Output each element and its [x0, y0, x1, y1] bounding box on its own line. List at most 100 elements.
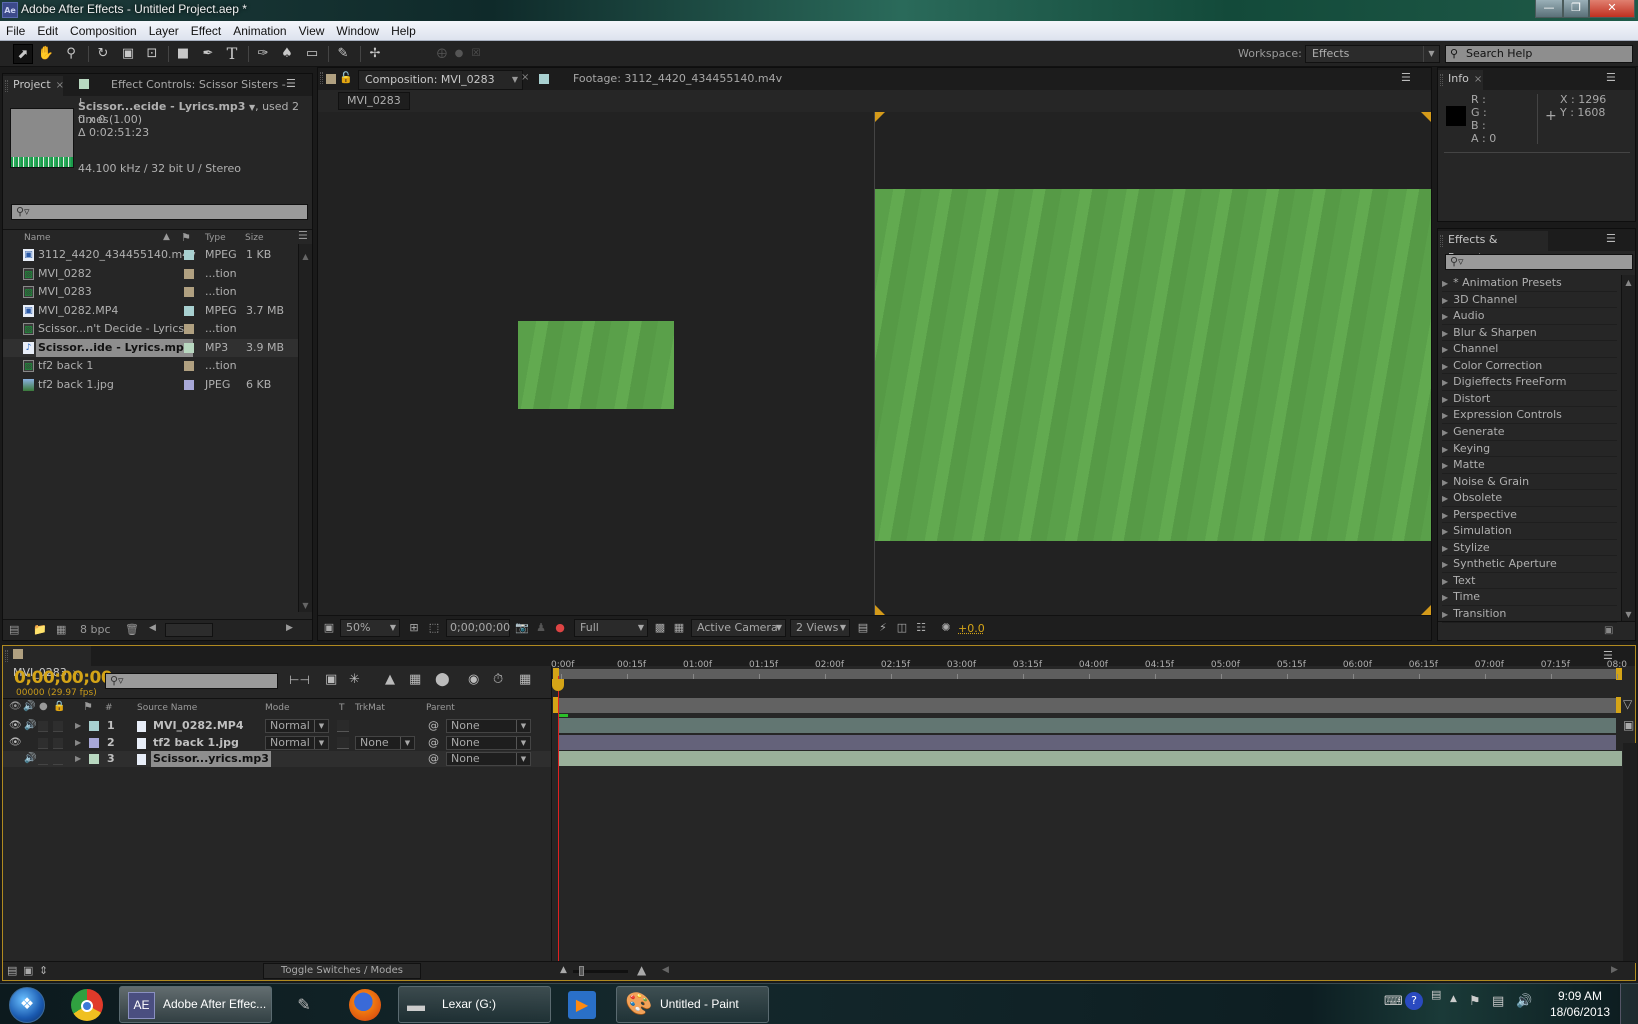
layer-duration-bar[interactable]: [559, 751, 1622, 766]
expand-triangle-icon[interactable]: ▶: [1442, 411, 1448, 420]
roto-brush-tool[interactable]: ✎: [333, 44, 353, 64]
exposure-value[interactable]: +0.0: [958, 622, 985, 635]
restore-button[interactable]: ❐: [1563, 0, 1589, 18]
effects-category[interactable]: ▶ Digieffects FreeForm: [1442, 374, 1617, 391]
layer-duration-bar[interactable]: [559, 734, 1616, 750]
auto-keyframe-icon[interactable]: ⏱: [493, 672, 503, 687]
scroll-left-icon[interactable]: ◀: [662, 965, 669, 975]
project-item-row[interactable]: ▧ Scissor...n't Decide - Lyrics ...tion: [3, 320, 299, 338]
effects-category[interactable]: ▶ * Animation Presets: [1442, 275, 1617, 292]
panel-menu-icon[interactable]: ☰: [1606, 232, 1616, 245]
effects-category[interactable]: ▶ 3D Channel: [1442, 292, 1617, 309]
taskbar-after-effects[interactable]: AE Adobe After Effec...: [119, 986, 272, 1023]
show-hidden-icons[interactable]: ▲: [1450, 994, 1457, 1004]
comp-dropdown-icon[interactable]: ▼: [512, 71, 518, 89]
comp-button-icon[interactable]: ▣: [1623, 718, 1634, 732]
expand-triangle-icon[interactable]: ▶: [1442, 395, 1448, 404]
tab-composition[interactable]: Composition: MVI_0283 ▼: [358, 70, 523, 90]
label-color-swatch[interactable]: [89, 737, 99, 748]
menu-composition[interactable]: Composition: [64, 21, 143, 41]
motion-blur-icon[interactable]: ⬤: [435, 672, 450, 687]
scroll-down-icon[interactable]: ▼: [1622, 610, 1635, 619]
current-time-indicator-head[interactable]: [552, 679, 564, 691]
magnification-select[interactable]: 50% ▼: [340, 619, 400, 637]
bit-depth-label[interactable]: 8 bpc: [80, 623, 111, 636]
layer-source-name[interactable]: tf2 back 1.jpg: [153, 735, 239, 751]
media-player-taskbar-icon[interactable]: ▶: [568, 991, 596, 1019]
left-viewer[interactable]: [318, 112, 874, 615]
expand-triangle-icon[interactable]: ▶: [1442, 445, 1448, 454]
menu-file[interactable]: File: [0, 21, 31, 41]
rectangle-tool[interactable]: ■: [173, 44, 193, 64]
search-help-input[interactable]: ⚲ Search Help: [1445, 45, 1633, 63]
panel-menu-icon[interactable]: ☰: [1401, 71, 1411, 84]
brainstorm-icon[interactable]: ◉: [468, 672, 479, 687]
parent-select[interactable]: None ▼: [446, 735, 531, 750]
tab-effect-controls[interactable]: Effect Controls: Scissor Sisters - I: [69, 76, 289, 109]
rotation-tool[interactable]: ↻: [93, 44, 113, 64]
in-out-icon[interactable]: ⇕: [39, 964, 48, 977]
effects-category[interactable]: ▶ Simulation: [1442, 523, 1617, 540]
pick-whip-icon[interactable]: @: [428, 735, 439, 751]
expand-triangle-icon[interactable]: ▶: [75, 718, 81, 734]
snapshot-camera-icon[interactable]: 📷: [513, 619, 531, 637]
sort-ascending-icon[interactable]: ▲: [163, 232, 170, 242]
fast-draft-icon[interactable]: ⚡: [874, 619, 892, 637]
brush-tool[interactable]: ✑: [253, 44, 273, 64]
view-axis-mode[interactable]: ☒: [466, 44, 486, 64]
flowchart-icon[interactable]: ☷: [912, 619, 930, 637]
frame-blending-icon[interactable]: ▦: [409, 672, 421, 687]
expand-triangle-icon[interactable]: ▶: [1442, 593, 1448, 602]
action-center-flag-icon[interactable]: ⚑: [1469, 994, 1481, 1009]
tab-footage[interactable]: Footage: 3112_4420_434455140.m4v: [563, 70, 863, 90]
system-clock[interactable]: 9:09 AM 18/06/2013: [1545, 988, 1615, 1020]
label-color-swatch[interactable]: [184, 305, 194, 316]
effects-search-input[interactable]: ⚲▿: [1445, 254, 1633, 270]
expand-triangle-icon[interactable]: ▶: [1442, 312, 1448, 321]
track-matte-select[interactable]: None ▼: [355, 735, 415, 750]
menu-layer[interactable]: Layer: [143, 21, 185, 41]
parent-select[interactable]: None ▼: [446, 719, 531, 733]
menu-animation[interactable]: Animation: [227, 21, 292, 41]
menu-help[interactable]: Help: [385, 21, 422, 41]
label-color-swatch[interactable]: [184, 268, 194, 279]
expand-triangle-icon[interactable]: ▶: [1442, 511, 1448, 520]
scroll-left-icon[interactable]: ◀: [149, 623, 156, 633]
region-of-interest-icon[interactable]: ⬚: [425, 619, 443, 637]
always-preview-icon[interactable]: ▣: [320, 619, 338, 637]
graph-editor-icon[interactable]: ▦: [519, 672, 531, 687]
panel-menu-icon[interactable]: ☰: [1606, 71, 1616, 84]
preserve-transparency-toggle[interactable]: [337, 720, 349, 732]
expand-triangle-icon[interactable]: ▶: [1442, 329, 1448, 338]
chrome-taskbar-icon[interactable]: [71, 989, 103, 1021]
expand-triangle-icon[interactable]: ▶: [1442, 461, 1448, 470]
view-layout-select[interactable]: 2 Views ▼: [790, 619, 850, 637]
close-button[interactable]: ✕: [1589, 0, 1635, 18]
volume-icon[interactable]: 🔊: [1516, 994, 1532, 1009]
tab-info[interactable]: Info ×: [1438, 70, 1483, 90]
pan-behind-tool[interactable]: ⊡: [142, 44, 162, 64]
scroll-down-icon[interactable]: ▼: [299, 601, 312, 610]
show-desktop-button[interactable]: [1620, 984, 1638, 1024]
lock-switch[interactable]: [53, 754, 63, 765]
panel-menu-icon[interactable]: ☰: [286, 77, 296, 90]
effects-category[interactable]: ▶ Distort: [1442, 391, 1617, 408]
network-connection-icon[interactable]: ▤: [1492, 994, 1504, 1009]
right-viewer[interactable]: [875, 112, 1431, 615]
live-update-icon[interactable]: ▣: [325, 672, 337, 687]
tab-effects-presets[interactable]: Effects & Presets×: [1438, 231, 1548, 264]
effects-category[interactable]: ▶ Keying: [1442, 441, 1617, 458]
effects-category[interactable]: ▶ Audio: [1442, 308, 1617, 325]
reset-exposure-icon[interactable]: ✺: [937, 619, 955, 637]
project-item-row[interactable]: ▣ MVI_0282.MP4 MPEG 3.7 MB: [3, 302, 299, 320]
zoom-in-icon[interactable]: ▲: [637, 963, 646, 977]
flowchart-icon[interactable]: ☰: [298, 229, 308, 242]
network-tray-icon[interactable]: ▤: [1431, 988, 1441, 1001]
menu-edit[interactable]: Edit: [31, 21, 64, 41]
effects-scrollbar[interactable]: ▲ ▼: [1621, 275, 1635, 621]
expand-triangle-icon[interactable]: ▶: [1442, 279, 1448, 288]
expand-triangle-icon[interactable]: ▶: [1442, 478, 1448, 487]
expand-triangle-icon[interactable]: ▶: [75, 735, 81, 751]
label-color-swatch[interactable]: [184, 379, 194, 390]
keyboard-tray-icon[interactable]: ⌨: [1384, 994, 1403, 1009]
